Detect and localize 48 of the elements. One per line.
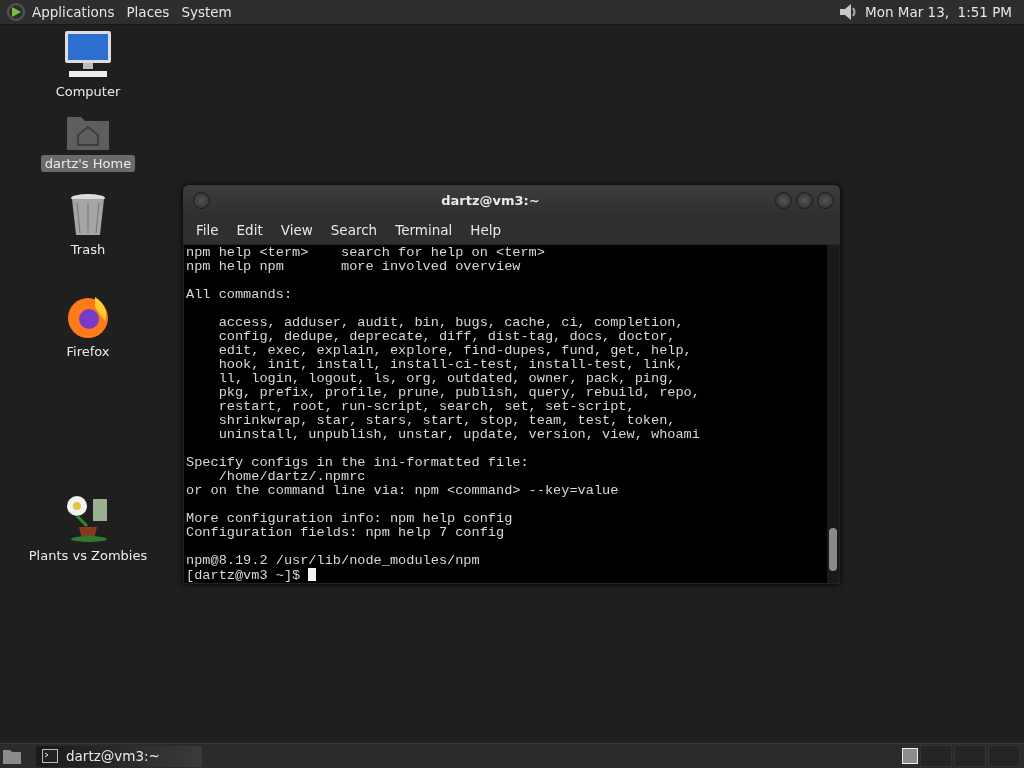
clock[interactable]: Mon Mar 13, 1:51 PM: [859, 4, 1018, 20]
terminal-line: All commands:: [186, 287, 293, 302]
text-cursor: [308, 568, 317, 581]
window-title: dartz@vm3:~: [440, 193, 541, 208]
terminal-line: More configuration info: npm help config: [186, 511, 513, 526]
panel-menu[interactable]: Places: [120, 4, 176, 20]
menu-item[interactable]: File: [187, 222, 228, 238]
terminal-line: shrinkwrap, star, stars, start, stop, team, test, token,: [217, 413, 676, 428]
menu-item[interactable]: Search: [321, 222, 387, 238]
terminal-line: npm help npm more involved overview: [186, 259, 521, 274]
terminal-line: uninstall, unpublish, unstar, update, version, view, whoami: [217, 427, 700, 442]
terminal-prompt: [dartz@vm3 ~]$: [186, 568, 302, 583]
desktop-icon-label[interactable]: Firefox: [62, 343, 114, 360]
desktop-icon-label[interactable]: Trash: [66, 241, 110, 258]
terminal-icon: [42, 749, 58, 763]
panel-menu[interactable]: Applications: [26, 4, 121, 20]
terminal-line: hook, init, install, install-ci-test, install-test, link,: [217, 357, 684, 372]
menu-item[interactable]: Terminal: [386, 222, 462, 238]
desktop-icon-label[interactable]: dartz's Home: [40, 155, 136, 172]
window-menu-button[interactable]: [193, 192, 210, 209]
scrollbar-thumb[interactable]: [829, 528, 837, 571]
maximize-button[interactable]: [796, 192, 813, 209]
terminal-line: ll, login, logout, ls, org, outdated, owner, pack, ping,: [217, 371, 676, 386]
terminal-line: /home/dartz/.npmrc: [217, 469, 366, 484]
panel-menu[interactable]: System: [175, 4, 238, 20]
desktop-icon-label[interactable]: Computer: [51, 83, 125, 100]
terminal-line: restart, root, run-script, search, set, set-script,: [217, 399, 635, 414]
menu-item[interactable]: View: [271, 222, 322, 238]
terminal-line: Configuration fields: npm help 7 config: [186, 525, 505, 540]
trash-icon: [69, 193, 107, 237]
desktop-icon-label[interactable]: Plants vs Zombies: [24, 547, 152, 564]
terminal-line: npm@8.19.2 /usr/lib/node_modules/npm: [186, 553, 480, 568]
terminal-line: or on the command line via: npm <command> --key=value: [186, 483, 619, 498]
show-desktop-icon[interactable]: [2, 747, 22, 765]
distro-logo-icon[interactable]: [6, 2, 26, 22]
terminal-line: Specify configs in the ini-formatted file:: [186, 455, 529, 470]
menu-item[interactable]: Help: [461, 222, 511, 238]
taskbar-window-button[interactable]: dartz@vm3:~: [36, 745, 202, 767]
menu-item[interactable]: Edit: [227, 222, 272, 238]
terminal-line: config, dedupe, deprecate, diff, dist-tag, docs, doctor,: [217, 329, 676, 344]
terminal-line: access, adduser, audit, bin, bugs, cache, ci, completion,: [217, 315, 684, 330]
minimize-button[interactable]: [775, 192, 792, 209]
computer-icon: [63, 29, 113, 79]
close-button[interactable]: [817, 192, 834, 209]
terminal-line: edit, exec, explain, explore, find-dupes, fund, get, help,: [217, 343, 692, 358]
terminal-line: npm help <term> search for help on <term>: [186, 245, 545, 260]
terminal-line: pkg, prefix, profile, prune, publish, query, rebuild, repo,: [217, 385, 700, 400]
scrollbar[interactable]: [827, 245, 839, 583]
